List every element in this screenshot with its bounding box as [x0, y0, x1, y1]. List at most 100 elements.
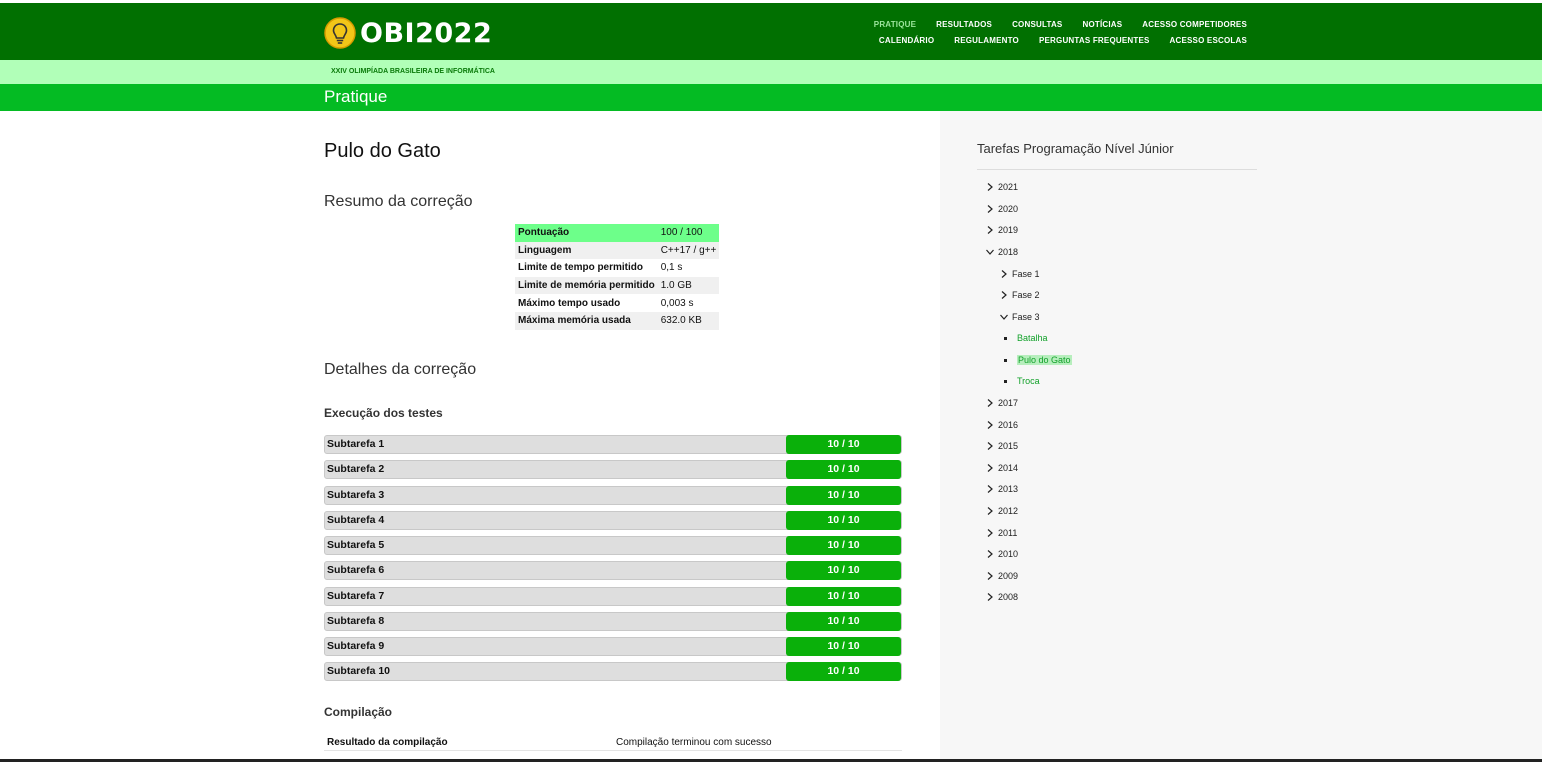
sidebar-year-2009[interactable]: 2009: [985, 569, 1018, 583]
sidebar-tree-label: 2016: [998, 420, 1019, 430]
sidebar-tree-label: Fase 3: [1012, 312, 1040, 322]
subtask-row[interactable]: Subtarefa 1 10 / 10: [324, 435, 902, 454]
summary-value: 100 / 100: [657, 224, 720, 242]
sidebar-tree-label: 2018: [998, 247, 1019, 257]
summary-value: 0,1 s: [660, 262, 683, 274]
sidebar-year-2011[interactable]: 2011: [985, 526, 1017, 540]
subtask-score-badge: 10 / 10: [786, 460, 901, 480]
summary-value: 1.0 GB: [657, 276, 720, 295]
sidebar-year-2013[interactable]: 2013: [985, 482, 1018, 496]
sidebar-tree-label: 2011: [998, 528, 1018, 538]
nav-link-pratique[interactable]: PRATIQUE: [874, 20, 916, 29]
subtask-score-badge: 10 / 10: [786, 662, 901, 682]
summary-value: 632.0 KB: [657, 311, 720, 330]
sidebar-tree-label: 2020: [998, 204, 1019, 214]
sidebar-task-label: Batalha: [1017, 333, 1048, 343]
subtask-row[interactable]: Subtarefa 9 10 / 10: [324, 637, 902, 656]
sidebar-phase-fase-2[interactable]: Fase 2: [999, 288, 1040, 302]
chevron-right-icon: [985, 398, 997, 408]
problem-title: Pulo do Gato: [324, 140, 441, 162]
nav-link-regulamento[interactable]: REGULAMENTO: [954, 36, 1019, 45]
subtask-name: Subtarefa 5: [327, 539, 385, 551]
sidebar-year-2021[interactable]: 2021: [985, 180, 1018, 194]
nav-link-calendario[interactable]: CALENDÁRIO: [879, 36, 934, 45]
chevron-right-icon: [985, 506, 997, 516]
sidebar-tree-label: 2013: [998, 484, 1019, 494]
chevron-down-icon: [985, 247, 997, 257]
summary-label: Limite de memória permitido: [515, 276, 658, 295]
summary-label: Máximo tempo usado: [518, 297, 621, 309]
sidebar-tree-label: 2012: [998, 506, 1019, 516]
sidebar-year-2017[interactable]: 2017: [985, 396, 1018, 410]
sidebar-year-2008[interactable]: 2008: [985, 590, 1018, 604]
summary-row: Limite de tempo permitido 0,1 s: [515, 259, 719, 277]
chevron-right-icon: [985, 592, 997, 602]
sidebar-tree-label: 2010: [998, 549, 1019, 559]
subtask-row[interactable]: Subtarefa 4 10 / 10: [324, 510, 902, 530]
sidebar-year-2012[interactable]: 2012: [985, 504, 1018, 518]
subtask-row[interactable]: Subtarefa 2 10 / 10: [324, 460, 902, 480]
subtask-row[interactable]: Subtarefa 8 10 / 10: [324, 611, 902, 631]
nav-link-consultas[interactable]: CONSULTAS: [1012, 20, 1062, 29]
sidebar-task-troca[interactable]: Troca: [1004, 374, 1040, 388]
sidebar-tree-label: 2015: [998, 441, 1019, 451]
subtask-row[interactable]: Subtarefa 10 10 / 10: [324, 662, 902, 682]
nav-link-noticias[interactable]: NOTÍCIAS: [1082, 20, 1122, 29]
subtask-name: Subtarefa 6: [327, 564, 385, 577]
nav-link-acesso-escolas[interactable]: ACESSO ESCOLAS: [1170, 36, 1247, 45]
summary-label: Limite de tempo permitido: [518, 262, 644, 274]
tests-heading: Execução dos testes: [324, 406, 443, 420]
main-nav-row-1: PRATIQUE RESULTADOS CONSULTAS NOTÍCIAS ACESS…: [874, 20, 1247, 29]
summary-label: Linguagem: [515, 241, 658, 260]
subtask-row[interactable]: Subtarefa 6 10 / 10: [324, 561, 902, 581]
summary-row: Limite de memória permitido 1.0 GB: [515, 276, 720, 295]
chevron-right-icon: [985, 441, 997, 451]
subtask-name: Subtarefa 9: [327, 640, 385, 652]
section-title: Pratique: [324, 87, 388, 106]
sidebar-year-2014[interactable]: 2014: [985, 461, 1018, 475]
site-logo[interactable]: OBI2022: [324, 17, 492, 49]
compile-result-label: Resultado da compilação: [327, 737, 448, 748]
sidebar-task-batalha[interactable]: Batalha: [1004, 331, 1048, 345]
subtask-row[interactable]: Subtarefa 5 10 / 10: [324, 536, 902, 555]
sidebar-phase-fase-3[interactable]: Fase 3: [999, 310, 1040, 324]
sidebar-tree-label: 2009: [998, 571, 1019, 581]
sidebar-task-label: Troca: [1017, 376, 1040, 386]
sidebar-phase-fase-1[interactable]: Fase 1: [999, 267, 1040, 281]
subtask-row[interactable]: Subtarefa 3 10 / 10: [324, 485, 902, 505]
summary-row: Linguagem C++17 / g++: [515, 241, 720, 260]
summary-label: Pontuação: [515, 224, 658, 242]
subtask-name: Subtarefa 4: [327, 513, 385, 526]
sidebar-year-2020[interactable]: 2020: [985, 202, 1018, 216]
sidebar-year-2015[interactable]: 2015: [985, 439, 1018, 453]
subtask-name: Subtarefa 10: [327, 665, 391, 678]
sidebar-year-2016[interactable]: 2016: [985, 418, 1018, 432]
subtask-name: Subtarefa 8: [327, 614, 385, 627]
bullet-icon: [1004, 379, 1007, 383]
compile-result-row: Resultado da compilação Compilação termi…: [324, 731, 902, 751]
nav-link-resultados[interactable]: RESULTADOS: [936, 20, 992, 29]
sidebar-tree-label: 2014: [998, 463, 1019, 473]
sidebar-year-2010[interactable]: 2010: [985, 547, 1018, 561]
main-nav-row-2: CALENDÁRIO REGULAMENTO PERGUNTAS FREQUENTE…: [879, 36, 1247, 45]
sidebar-year-2019[interactable]: 2019: [985, 223, 1018, 237]
sidebar-task-pulo-do-gato[interactable]: Pulo do Gato: [1004, 353, 1072, 367]
sidebar-tree-label: Fase 1: [1012, 269, 1040, 279]
site-header: OBI2022 PRATIQUE RESULTADOS CONSULTAS NOTÍC…: [0, 3, 1542, 60]
summary-row: Máxima memória usada 632.0 KB: [515, 311, 720, 330]
subtask-score-badge: 10 / 10: [786, 536, 901, 555]
subtask-list: Subtarefa 1 10 / 10 Subtarefa 2 10 / 10 Subt…: [324, 435, 902, 688]
subtask-name: Subtarefa 3: [327, 488, 385, 501]
sidebar-year-2018[interactable]: 2018: [985, 245, 1018, 259]
subtask-score-badge: 10 / 10: [786, 586, 901, 606]
sidebar-tree-label: 2021: [998, 182, 1019, 192]
subtask-name: Subtarefa 7: [327, 589, 385, 602]
nav-link-perguntas-frequentes[interactable]: PERGUNTAS FREQUENTES: [1039, 36, 1150, 45]
nav-link-acesso-competidores[interactable]: ACESSO COMPETIDORES: [1142, 20, 1247, 29]
lightbulb-logo-icon: [324, 17, 356, 49]
subtask-name: Subtarefa 2: [327, 463, 385, 476]
subtask-row[interactable]: Subtarefa 7 10 / 10: [324, 586, 902, 606]
subtask-score-badge: 10 / 10: [786, 611, 901, 631]
chevron-right-icon: [985, 571, 997, 581]
chevron-right-icon: [985, 225, 997, 235]
